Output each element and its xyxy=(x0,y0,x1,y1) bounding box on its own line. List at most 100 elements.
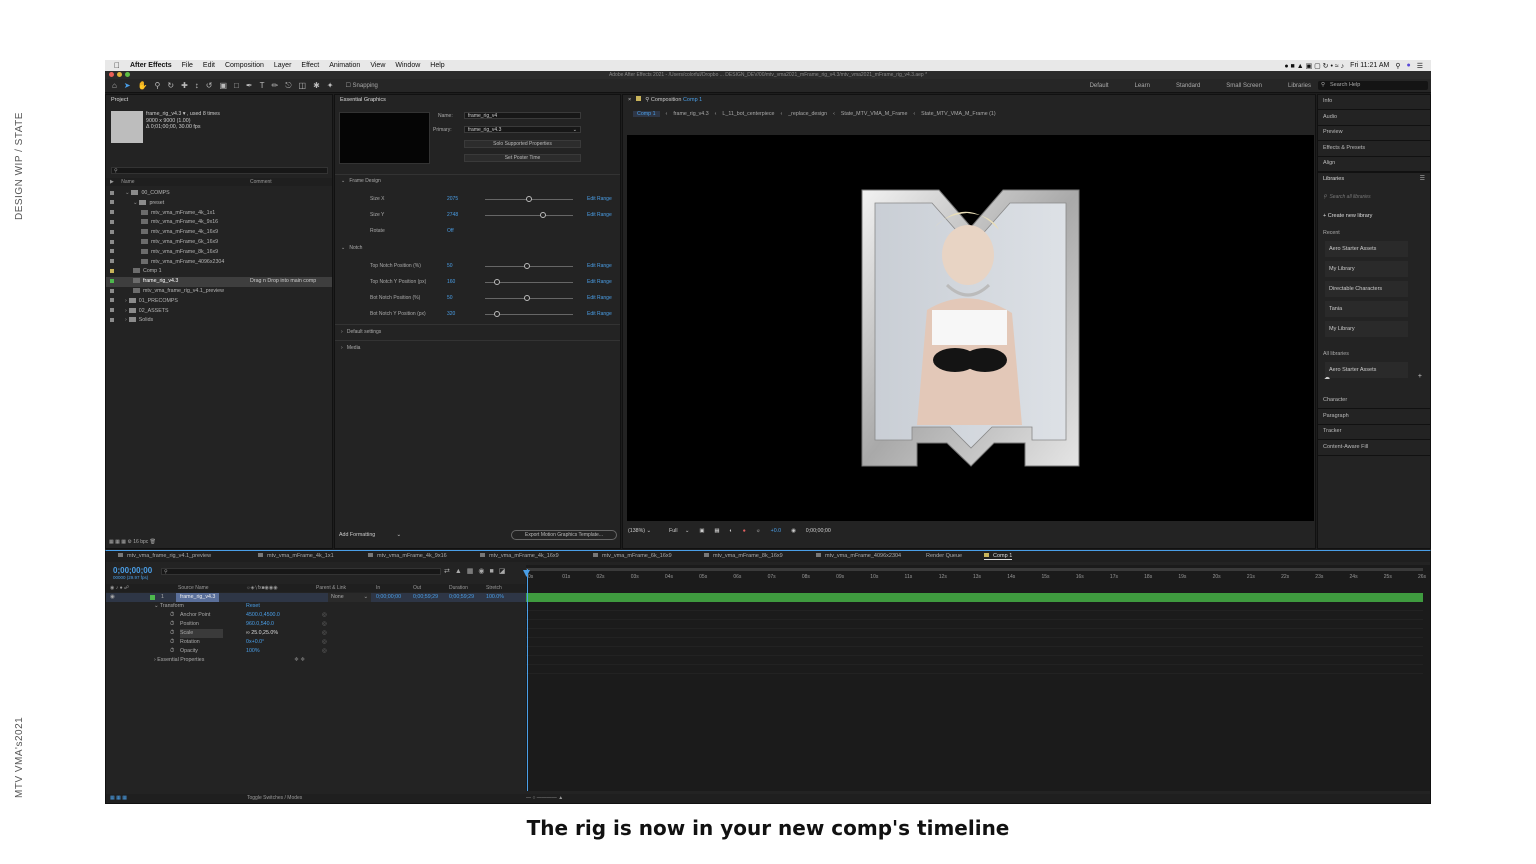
eg-prop-slider[interactable] xyxy=(485,279,573,285)
hand-tool-icon[interactable]: ✋ xyxy=(138,81,148,90)
trash-icon[interactable]: 🗑 xyxy=(150,539,156,545)
control-center-icon[interactable]: ☰ xyxy=(1417,62,1423,70)
rectangle-tool-icon[interactable]: □ xyxy=(234,81,239,90)
timeline-current-time[interactable]: 0;00;00;00 xyxy=(113,566,152,575)
project-item[interactable]: mtv_vma_mFrame_8k_16x9 xyxy=(106,248,332,258)
eg-prop-value[interactable]: 160 xyxy=(447,279,455,285)
layer-duration-bar[interactable] xyxy=(526,593,1423,602)
stopwatch-icon[interactable]: ⏱ xyxy=(170,611,174,620)
lock-icon[interactable]: ⚲ xyxy=(645,97,649,103)
item-label-color[interactable] xyxy=(110,219,114,224)
type-tool-icon[interactable]: T xyxy=(260,81,265,90)
stopwatch-icon[interactable]: ⏱ xyxy=(170,620,174,629)
toggle-switches-modes[interactable]: Toggle Switches / Modes xyxy=(247,794,302,803)
eg-prop-value[interactable]: 2748 xyxy=(447,212,458,218)
search-help-input[interactable]: ⚲ Search Help xyxy=(1318,81,1428,90)
bpc-toggle[interactable]: 16 bpc xyxy=(133,539,148,545)
time-ruler[interactable]: 0s 01s 02s 03s 04s 05s 06s 07s 08s 09s 10s 11s 12s 13… xyxy=(526,574,1426,583)
transform-reset-link[interactable]: Reset xyxy=(246,602,260,611)
edit-range-link[interactable]: Edit Range xyxy=(587,263,612,269)
add-formatting-dropdown[interactable]: Add Formatting ⌄ xyxy=(339,531,403,540)
new-folder-icon[interactable]: ▦ xyxy=(115,539,120,545)
eg-slider-knob[interactable] xyxy=(494,311,501,317)
menu-window[interactable]: Window xyxy=(395,62,420,69)
interpret-footage-icon[interactable]: ▦ xyxy=(109,539,114,545)
breadcrumb-item[interactable]: Comp 1 xyxy=(633,110,660,117)
pan-behind-icon[interactable]: ▣ xyxy=(219,81,227,90)
pick-whip-icon[interactable]: ◎ xyxy=(322,611,327,620)
timeline-tab[interactable]: mtv_vma_frame_rig_v4.1_preview xyxy=(118,553,211,559)
right-panel-item[interactable]: Character xyxy=(1318,394,1430,409)
selection-tool-icon[interactable]: ➤ xyxy=(124,81,131,90)
transform-property-value[interactable]: 4500.0,4500.0 xyxy=(246,611,280,620)
eg-prop-slider[interactable] xyxy=(485,311,573,317)
timeline-tab[interactable]: mtv_vma_mFrame_4096x2304 xyxy=(816,553,901,559)
disclosure-triangle-icon[interactable]: › xyxy=(125,298,127,304)
snapping-toggle[interactable]: ☐ Snapping xyxy=(345,82,377,89)
disclosure-triangle-icon[interactable]: › xyxy=(125,317,127,323)
eg-slider-knob[interactable] xyxy=(524,263,531,269)
project-item[interactable]: mtv_vma_mFrame_4096x2304 xyxy=(106,258,332,268)
edit-range-link[interactable]: Edit Range xyxy=(587,311,612,317)
essential-properties-row[interactable]: › Essential Properties ❖ ❖ xyxy=(106,656,526,665)
label-col-icon[interactable]: ▶ xyxy=(110,179,114,185)
pan-tool-icon[interactable]: ✚ xyxy=(181,81,188,90)
menu-view[interactable]: View xyxy=(370,62,385,69)
color-channels-icon[interactable]: ● xyxy=(743,528,746,534)
puppet-tool-icon[interactable]: ✦ xyxy=(327,81,334,90)
item-label-color[interactable] xyxy=(110,298,114,303)
project-item[interactable]: mtv_vma_frame_rig_v4.1_preview xyxy=(106,287,332,297)
status-icons[interactable]: ● ■ ▲ ▣ ▢ ↻ • ≈ ♪ xyxy=(1284,62,1344,70)
stopwatch-icon[interactable]: ⏱ xyxy=(170,647,174,656)
timeline-tab[interactable]: mtv_vma_mFrame_4k_16x9 xyxy=(480,553,559,559)
region-of-interest-icon[interactable]: ▣ xyxy=(699,528,704,534)
right-panel-item[interactable]: Tracker xyxy=(1318,425,1430,440)
menu-help[interactable]: Help xyxy=(430,62,444,69)
roto-brush-icon[interactable]: ✱ xyxy=(313,81,320,90)
col-duration[interactable]: Duration xyxy=(449,584,468,592)
viewer-timecode[interactable]: 0;00;00;00 xyxy=(806,528,831,534)
layer-stretch[interactable]: 100.0% xyxy=(486,593,504,602)
orbit-tool-icon[interactable]: ↻ xyxy=(167,81,174,90)
item-label-color[interactable] xyxy=(110,278,114,283)
timeline-layer-row[interactable]: ◉ 1 frame_rig_v4.3 None ⌄ 0;00;00;00 0;0… xyxy=(106,593,526,602)
pick-whip-icon[interactable]: ◎ xyxy=(322,629,327,638)
transform-property-value[interactable]: 960.0,540.0 xyxy=(246,620,274,629)
timeline-tab[interactable]: mtv_vma_mFrame_4k_9x16 xyxy=(368,553,447,559)
eg-prop-value[interactable]: Off xyxy=(447,228,454,234)
library-item-recent[interactable]: Tania xyxy=(1325,301,1408,317)
col-parent-link[interactable]: Parent & Link xyxy=(316,584,346,592)
project-item[interactable]: mtv_vma_mFrame_6k_16x9 xyxy=(106,238,332,248)
project-panel-title[interactable]: Project xyxy=(106,95,332,105)
zoom-level-dropdown[interactable]: (138%) ⌄ xyxy=(628,528,651,534)
right-panel-item[interactable]: Effects & Presets xyxy=(1318,142,1430,157)
add-library-icon[interactable]: + xyxy=(1418,373,1422,380)
library-item-recent[interactable]: Directable Characters xyxy=(1325,281,1408,297)
timeline-tab[interactable]: Comp 1 xyxy=(984,553,1013,560)
project-item[interactable]: › Solids xyxy=(106,316,332,326)
eg-prop-slider[interactable] xyxy=(485,212,573,218)
project-item-comment[interactable]: Drag n Drop into main comp xyxy=(250,277,316,287)
section-default-settings[interactable]: › Default settings xyxy=(341,329,381,335)
edit-range-link[interactable]: Edit Range xyxy=(587,295,612,301)
col-source-name[interactable]: Source Name xyxy=(178,584,209,592)
eg-prop-value[interactable]: 2075 xyxy=(447,196,458,202)
stopwatch-icon[interactable]: ⏱ xyxy=(170,629,174,638)
menubar-clock[interactable]: Fri 11:21 AM xyxy=(1350,62,1389,69)
library-item-recent[interactable]: Aero Starter Assets xyxy=(1325,241,1408,257)
essential-properties-disclosure[interactable]: › Essential Properties xyxy=(154,656,204,665)
new-comp-icon[interactable]: ▦ xyxy=(121,539,126,545)
exposure-icon[interactable]: ☼ xyxy=(756,528,761,534)
timeline-tab[interactable]: mtv_vma_mFrame_6k_16x9 xyxy=(593,553,672,559)
item-label-color[interactable] xyxy=(110,229,114,234)
menu-animation[interactable]: Animation xyxy=(329,62,360,69)
transform-property-value[interactable]: ∞ 25.0,25.0% xyxy=(246,629,278,638)
library-search-input[interactable]: ⚲ Search all libraries xyxy=(1323,193,1416,202)
section-notch[interactable]: ⌄ Notch xyxy=(341,245,362,251)
layer-parent-select[interactable]: None ⌄ xyxy=(328,593,371,602)
project-item[interactable]: ⌄ 00_COMPS xyxy=(106,189,332,199)
layer-label-color[interactable] xyxy=(150,595,155,600)
brush-tool-icon[interactable]: ✏ xyxy=(271,81,278,90)
project-item[interactable]: frame_rig_v4.3 Drag n Drop into main comp xyxy=(106,277,332,287)
eg-name-field[interactable]: frame_rig_v4 xyxy=(464,112,581,119)
